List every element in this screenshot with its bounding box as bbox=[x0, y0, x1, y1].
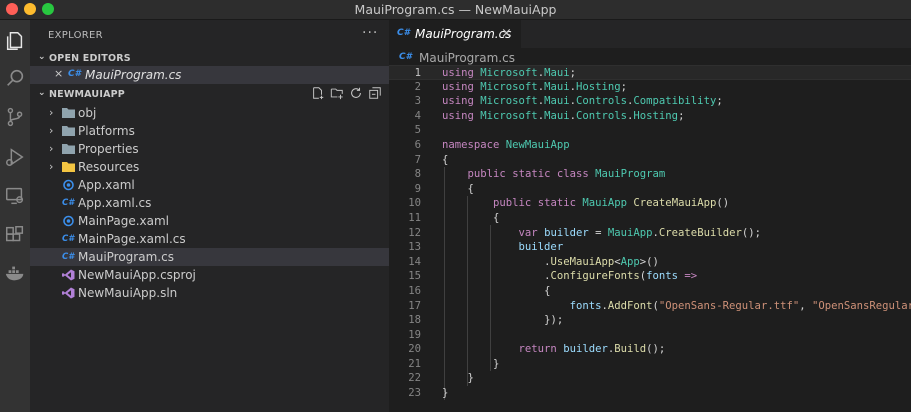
explorer-sidebar: EXPLORER ··· ⌄ OPEN EDITORS × C# MauiPro… bbox=[30, 20, 389, 412]
title-bar: MauiProgram.cs — NewMauiApp bbox=[0, 0, 911, 20]
visual-studio-icon bbox=[62, 287, 75, 299]
code-line: 12 var builder = MauiApp.CreateBuilder()… bbox=[408, 226, 761, 239]
code-line: 13 builder bbox=[408, 241, 564, 254]
open-editor-item[interactable]: × C# MauiProgram.cs bbox=[30, 66, 389, 84]
chevron-right-icon: › bbox=[49, 106, 54, 119]
window-title: MauiProgram.cs — NewMauiApp bbox=[354, 2, 557, 17]
code-line: 8 public static class MauiProgram bbox=[414, 168, 666, 181]
tree-item-mainpage-xaml-cs[interactable]: C# MainPage.xaml.cs bbox=[30, 230, 389, 248]
code-line: 9 { bbox=[414, 182, 474, 195]
xaml-file-icon bbox=[62, 179, 75, 191]
explorer-header: EXPLORER bbox=[48, 30, 103, 41]
tree-item-resources[interactable]: › Resources bbox=[30, 158, 389, 176]
csharp-file-icon: C# bbox=[62, 198, 75, 208]
tree-item-label: NewMauiApp.csproj bbox=[78, 268, 196, 282]
code-line: 19 bbox=[408, 328, 421, 341]
tree-item-app-xaml-cs[interactable]: C# App.xaml.cs bbox=[30, 194, 389, 212]
tree-item-label: App.xaml.cs bbox=[78, 196, 152, 210]
code-line: 1 using Microsoft.Maui; bbox=[389, 65, 911, 80]
chevron-right-icon: › bbox=[49, 124, 54, 137]
editor-area: C# MauiProgram.cs × C# MauiProgram.cs 1u… bbox=[389, 20, 911, 412]
breadcrumb: C# MauiProgram.cs bbox=[389, 50, 911, 66]
breadcrumb-item[interactable]: MauiProgram.cs bbox=[419, 51, 515, 65]
more-actions-button[interactable]: ··· bbox=[362, 25, 378, 41]
code-line: 6 namespace NewMauiApp bbox=[414, 138, 570, 151]
project-label: NEWMAUIAPP bbox=[49, 89, 125, 100]
code-line: 16 { bbox=[408, 284, 551, 297]
tree-item-label: obj bbox=[78, 106, 97, 120]
code-line: 5 bbox=[414, 124, 421, 137]
csharp-file-icon: C# bbox=[62, 234, 75, 244]
code-line: 21 } bbox=[408, 357, 500, 370]
code-line: 11 { bbox=[408, 211, 500, 224]
tree-item-label: MainPage.xaml bbox=[78, 214, 169, 228]
code-line: 17 fonts.AddFont("OpenSans-Regular.ttf",… bbox=[408, 299, 911, 312]
tree-item-mauiprogram-cs[interactable]: C# MauiProgram.cs bbox=[30, 248, 389, 266]
chevron-down-icon: ⌄ bbox=[38, 52, 46, 62]
folder-icon bbox=[62, 107, 75, 119]
close-icon[interactable]: × bbox=[54, 67, 63, 80]
run-debug-icon[interactable] bbox=[4, 146, 26, 168]
code-line: 2 using Microsoft.Maui.Hosting; bbox=[414, 80, 628, 93]
code-line: 22 } bbox=[408, 372, 474, 385]
code-editor[interactable]: 1 using Microsoft.Maui; 2 using Microsoft.… bbox=[389, 65, 911, 401]
tree-item-csproj[interactable]: NewMauiApp.csproj bbox=[30, 266, 389, 284]
tree-item-properties[interactable]: › Properties bbox=[30, 140, 389, 158]
tree-item-mainpage-xaml[interactable]: MainPage.xaml bbox=[30, 212, 389, 230]
chevron-right-icon: › bbox=[49, 160, 54, 173]
csharp-file-icon: C# bbox=[399, 52, 412, 62]
tree-item-app-xaml[interactable]: App.xaml bbox=[30, 176, 389, 194]
csharp-file-icon: C# bbox=[68, 69, 81, 79]
tree-item-sln[interactable]: NewMauiApp.sln bbox=[30, 284, 389, 302]
tree-item-label: Properties bbox=[78, 142, 139, 156]
code-line: 7{ bbox=[414, 153, 449, 166]
code-line: 14 .UseMauiApp<App>() bbox=[408, 255, 659, 268]
source-control-icon[interactable] bbox=[4, 106, 26, 128]
open-editor-name: MauiProgram.cs bbox=[85, 68, 182, 82]
tab-mauiprogram-cs[interactable]: C# MauiProgram.cs × bbox=[389, 20, 521, 48]
tree-item-label: Resources bbox=[78, 160, 140, 174]
collapse-all-icon[interactable] bbox=[368, 86, 382, 100]
tab-bar: C# MauiProgram.cs × bbox=[389, 20, 911, 48]
explorer-actions bbox=[309, 86, 385, 102]
extensions-icon[interactable] bbox=[4, 224, 26, 246]
code-line: 15 .ConfigureFonts(fonts => bbox=[408, 270, 698, 283]
tree-item-label: App.xaml bbox=[78, 178, 135, 192]
chevron-down-icon: ⌄ bbox=[38, 88, 46, 98]
visual-studio-icon bbox=[62, 269, 75, 281]
tree-item-obj[interactable]: › obj bbox=[30, 104, 389, 122]
code-line: 10 public static MauiApp CreateMauiApp() bbox=[408, 197, 730, 210]
explorer-icon[interactable] bbox=[4, 30, 26, 52]
folder-icon bbox=[62, 125, 75, 137]
new-folder-icon[interactable] bbox=[330, 86, 344, 100]
folder-icon bbox=[62, 143, 75, 155]
new-file-icon[interactable] bbox=[311, 86, 325, 100]
tree-item-label: Platforms bbox=[78, 124, 135, 138]
open-editors-label: OPEN EDITORS bbox=[49, 53, 131, 64]
tree-item-label: MauiProgram.cs bbox=[78, 250, 174, 264]
code-line: 18 }); bbox=[408, 314, 564, 327]
close-tab-icon[interactable]: × bbox=[501, 26, 512, 41]
csharp-file-icon: C# bbox=[62, 252, 75, 262]
code-line: 4 using Microsoft.Maui.Controls.Hosting; bbox=[414, 109, 685, 122]
chevron-right-icon: › bbox=[49, 142, 54, 155]
folder-icon bbox=[62, 161, 75, 173]
xaml-file-icon bbox=[62, 215, 75, 227]
tree-item-label: NewMauiApp.sln bbox=[78, 286, 178, 300]
code-line: 23} bbox=[408, 387, 449, 400]
refresh-icon[interactable] bbox=[349, 86, 363, 100]
code-line: 3 using Microsoft.Maui.Controls.Compatibi… bbox=[414, 95, 723, 108]
docker-icon[interactable] bbox=[4, 262, 26, 284]
csharp-file-icon: C# bbox=[397, 28, 410, 38]
tab-label: MauiProgram.cs bbox=[415, 27, 512, 41]
tree-item-label: MainPage.xaml.cs bbox=[78, 232, 186, 246]
tree-item-platforms[interactable]: › Platforms bbox=[30, 122, 389, 140]
search-icon[interactable] bbox=[4, 67, 26, 89]
activity-bar bbox=[0, 20, 30, 412]
code-line: 20 return builder.Build(); bbox=[408, 343, 666, 356]
remote-explorer-icon[interactable] bbox=[4, 185, 26, 207]
